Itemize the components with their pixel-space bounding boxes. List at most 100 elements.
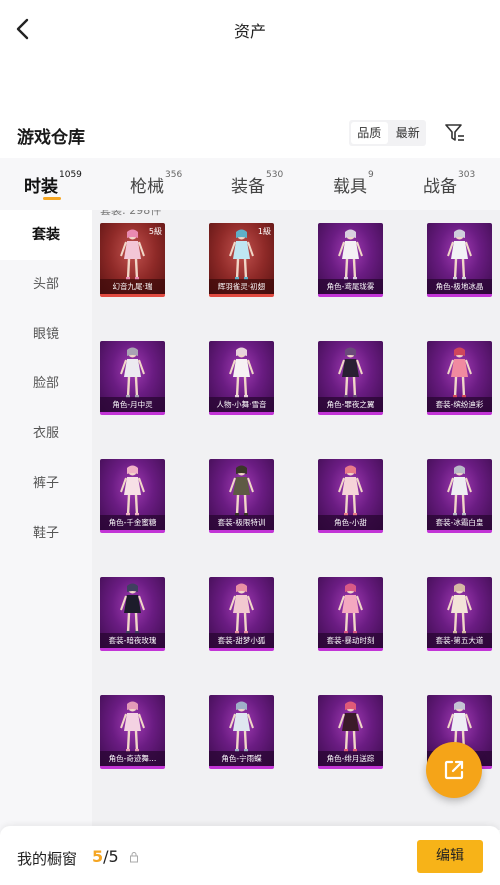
item-card[interactable]: 套装-第五大道 bbox=[427, 577, 492, 651]
character-figure-icon bbox=[447, 229, 472, 280]
item-name: 角色-罪夜之翼 bbox=[318, 397, 383, 412]
sort-toggle: 品质 最新 bbox=[349, 120, 426, 146]
showcase-label: 我的橱窗 bbox=[17, 850, 78, 868]
item-card[interactable]: 套装-暴动时刻 bbox=[318, 577, 383, 651]
showcase-count: 5/5 bbox=[92, 847, 119, 866]
character-figure-icon bbox=[229, 465, 254, 516]
character-figure-icon bbox=[447, 583, 472, 634]
item-name: 人物-小舞·雪音 bbox=[209, 397, 274, 412]
item-name: 角色-极地冰晶 bbox=[427, 279, 492, 294]
item-card[interactable]: 角色-宁雨蝶 bbox=[209, 695, 274, 769]
filter-icon bbox=[445, 124, 464, 141]
item-card[interactable]: 角色-小甜 bbox=[318, 459, 383, 533]
tab-fashion[interactable]: 时装1059 bbox=[24, 170, 82, 197]
sort-latest-option[interactable]: 最新 bbox=[390, 120, 427, 146]
character-figure-icon bbox=[338, 347, 363, 398]
showcase-current: 5 bbox=[92, 847, 104, 866]
tab-label: 战备 bbox=[423, 177, 457, 197]
item-card[interactable]: 角色-月中灵 bbox=[100, 341, 165, 415]
item-card[interactable]: 5級幻音九尾·瑞 bbox=[100, 223, 165, 297]
item-name: 套装-第五大道 bbox=[427, 633, 492, 648]
item-card[interactable]: 角色-鸢尾珑雾 bbox=[318, 223, 383, 297]
character-figure-icon bbox=[120, 347, 145, 398]
category-tabs: 时装1059 枪械356 装备530 载具9 战备303 bbox=[0, 158, 500, 210]
sidebar-item-shoes[interactable]: 鞋子 bbox=[0, 509, 92, 559]
item-name: 套装-极限特训 bbox=[209, 515, 274, 530]
tab-equipment[interactable]: 装备530 bbox=[231, 170, 283, 197]
character-figure-icon bbox=[120, 583, 145, 634]
tab-vehicles[interactable]: 载具9 bbox=[333, 170, 374, 197]
sidebar-item-head[interactable]: 头部 bbox=[0, 260, 92, 310]
item-name: 套装-冰霜白皇 bbox=[427, 515, 492, 530]
set-count-label: 套装: 298件 bbox=[100, 210, 162, 217]
lock-icon bbox=[129, 851, 139, 863]
sidebar: 套装 头部 眼镜 脸部 衣服 裤子 鞋子 bbox=[0, 210, 92, 885]
showcase-bar: 我的橱窗 5/5 编辑 bbox=[0, 826, 500, 885]
character-figure-icon bbox=[338, 583, 363, 634]
filter-button[interactable] bbox=[443, 121, 467, 145]
item-card[interactable]: 1級辉羽雀灵·初翅 bbox=[209, 223, 274, 297]
item-card[interactable]: 套装-极限特训 bbox=[209, 459, 274, 533]
item-level-badge: 5級 bbox=[148, 227, 162, 236]
sort-quality-option[interactable]: 品质 bbox=[351, 122, 388, 144]
character-figure-icon bbox=[120, 229, 145, 280]
sidebar-item-pants[interactable]: 裤子 bbox=[0, 459, 92, 509]
tab-count: 9 bbox=[368, 170, 374, 180]
sidebar-item-face[interactable]: 脸部 bbox=[0, 359, 92, 409]
item-name: 套装-缤纷迪彩 bbox=[427, 397, 492, 412]
item-name: 角色-月中灵 bbox=[100, 397, 165, 412]
item-name: 角色-千金蜜糖 bbox=[100, 515, 165, 530]
tab-guns[interactable]: 枪械356 bbox=[130, 170, 183, 197]
app-root: 资产 游戏仓库 品质 最新 时装1059 枪械356 装备530 载具9 战备3… bbox=[0, 0, 500, 885]
item-name: 幻音九尾·瑞 bbox=[100, 279, 165, 294]
item-card[interactable]: 角色-奇迹舞… bbox=[100, 695, 165, 769]
tab-supplies[interactable]: 战备303 bbox=[423, 170, 476, 197]
sidebar-item-glasses[interactable]: 眼镜 bbox=[0, 310, 92, 360]
item-card[interactable]: 角色-罪夜之翼 bbox=[318, 341, 383, 415]
sidebar-item-sets[interactable]: 套装 bbox=[0, 210, 92, 260]
share-fab-button[interactable] bbox=[426, 742, 482, 798]
character-figure-icon bbox=[447, 465, 472, 516]
warehouse-title: 游戏仓库 bbox=[17, 128, 85, 148]
item-grid: 套装: 298件 5級 幻音九尾·瑞 1級 辉羽雀灵·初翅 角色-鸢尾珑雾 角色-极地冰晶… bbox=[92, 210, 500, 830]
item-card[interactable]: 角色-绯月送踪 bbox=[318, 695, 383, 769]
item-name: 套装-暴动时刻 bbox=[318, 633, 383, 648]
item-level-badge: 1級 bbox=[257, 227, 271, 236]
item-card[interactable]: 角色-千金蜜糖 bbox=[100, 459, 165, 533]
active-tab-indicator bbox=[43, 197, 61, 200]
tab-count: 1059 bbox=[59, 170, 82, 180]
character-figure-icon bbox=[229, 701, 254, 752]
tab-label: 枪械 bbox=[130, 177, 164, 197]
item-name: 角色-小甜 bbox=[318, 515, 383, 530]
share-icon bbox=[444, 760, 464, 780]
top-bar: 资产 bbox=[0, 0, 500, 58]
edit-button[interactable]: 编辑 bbox=[417, 840, 483, 873]
character-figure-icon bbox=[120, 465, 145, 516]
item-name: 套装-暗夜玫瑰 bbox=[100, 633, 165, 648]
item-card[interactable]: 人物-小舞·雪音 bbox=[209, 341, 274, 415]
character-figure-icon bbox=[120, 701, 145, 752]
item-card[interactable]: 套装-暗夜玫瑰 bbox=[100, 577, 165, 651]
item-card[interactable]: 套装-甜梦小狐 bbox=[209, 577, 274, 651]
tab-count: 356 bbox=[165, 170, 183, 180]
item-name: 角色-鸢尾珑雾 bbox=[318, 279, 383, 294]
tab-count: 303 bbox=[458, 170, 476, 180]
item-name: 辉羽雀灵·初翅 bbox=[209, 279, 274, 294]
item-name: 角色-奇迹舞… bbox=[100, 751, 165, 766]
item-card[interactable]: 角色-极地冰晶 bbox=[427, 223, 492, 297]
tab-label: 载具 bbox=[333, 177, 367, 197]
character-figure-icon bbox=[229, 583, 254, 634]
character-figure-icon bbox=[338, 701, 363, 752]
sidebar-item-clothes[interactable]: 衣服 bbox=[0, 409, 92, 459]
character-figure-icon bbox=[338, 229, 363, 280]
tab-label: 时装 bbox=[24, 177, 58, 197]
character-figure-icon bbox=[447, 347, 472, 398]
showcase-max: /5 bbox=[103, 847, 119, 866]
character-figure-icon bbox=[229, 229, 254, 280]
item-name: 套装-甜梦小狐 bbox=[209, 633, 274, 648]
character-figure-icon bbox=[229, 347, 254, 398]
tab-label: 装备 bbox=[231, 177, 265, 197]
item-name: 角色-宁雨蝶 bbox=[209, 751, 274, 766]
item-card[interactable]: 套装-冰霜白皇 bbox=[427, 459, 492, 533]
item-card[interactable]: 套装-缤纷迪彩 bbox=[427, 341, 492, 415]
